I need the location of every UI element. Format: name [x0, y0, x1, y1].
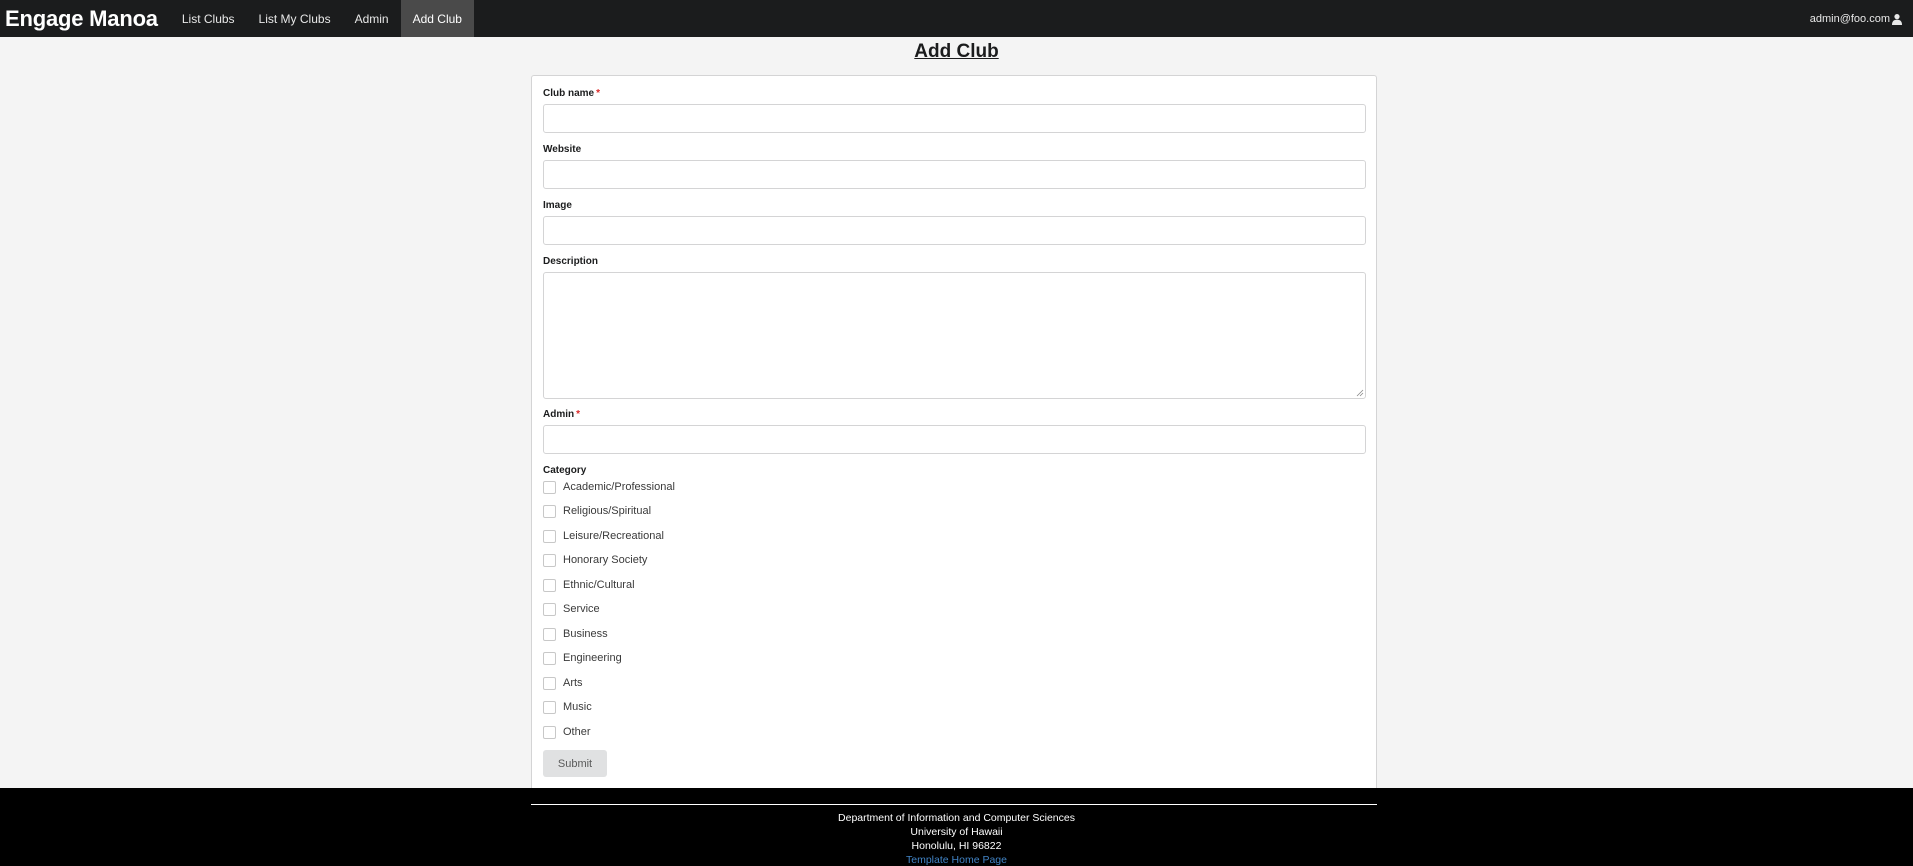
top-navbar: Engage Manoa List Clubs List My Clubs Ad…: [0, 0, 1913, 37]
nav-list-my-clubs[interactable]: List My Clubs: [247, 0, 343, 37]
checkbox[interactable]: [543, 529, 556, 543]
category-label: Category: [543, 465, 587, 476]
category-option-religious[interactable]: Religious/Spiritual: [543, 503, 651, 519]
checkbox[interactable]: [543, 553, 556, 567]
resize-handle-icon[interactable]: [1356, 389, 1364, 397]
user-icon: [1892, 13, 1902, 25]
admin-input[interactable]: [543, 425, 1366, 454]
checkbox[interactable]: [543, 700, 556, 714]
template-home-link[interactable]: Template Home Page: [906, 854, 1007, 866]
category-option-business[interactable]: Business: [543, 626, 608, 642]
checkbox[interactable]: [543, 651, 556, 665]
brand-logo[interactable]: Engage Manoa: [0, 6, 170, 32]
image-label: Image: [543, 200, 572, 211]
category-option-academic[interactable]: Academic/Professional: [543, 479, 675, 495]
checkbox[interactable]: [543, 676, 556, 690]
category-option-ethnic[interactable]: Ethnic/Cultural: [543, 577, 635, 593]
footer: Department of Information and Computer S…: [0, 788, 1913, 866]
admin-label: Admin *: [543, 409, 581, 420]
footer-department: Department of Information and Computer S…: [838, 812, 1075, 824]
club-name-label: Club name *: [543, 88, 601, 99]
category-option-engineering[interactable]: Engineering: [543, 650, 622, 666]
checkbox[interactable]: [543, 504, 556, 518]
image-input[interactable]: [543, 216, 1366, 245]
category-option-honorary[interactable]: Honorary Society: [543, 552, 647, 568]
nav-list-clubs[interactable]: List Clubs: [170, 0, 247, 37]
nav-admin[interactable]: Admin: [343, 0, 401, 37]
page-title: Add Club: [914, 41, 999, 62]
checkbox[interactable]: [543, 602, 556, 616]
checkbox[interactable]: [543, 725, 556, 739]
checkbox[interactable]: [543, 480, 556, 494]
required-mark: *: [576, 409, 581, 420]
required-mark: *: [596, 88, 601, 99]
category-option-other[interactable]: Other: [543, 724, 591, 740]
user-email: admin@foo.com: [1809, 12, 1890, 25]
description-textarea[interactable]: [543, 272, 1366, 399]
category-option-arts[interactable]: Arts: [543, 675, 583, 691]
category-option-service[interactable]: Service: [543, 601, 600, 617]
user-menu[interactable]: admin@foo.com: [1810, 0, 1913, 37]
nav-add-club[interactable]: Add Club: [400, 0, 474, 37]
footer-address: Honolulu, HI 96822: [911, 840, 1002, 852]
website-label: Website: [543, 144, 582, 155]
checkbox[interactable]: [543, 578, 556, 592]
category-option-music[interactable]: Music: [543, 699, 592, 715]
footer-divider: [531, 804, 1377, 805]
category-option-leisure[interactable]: Leisure/Recreational: [543, 528, 664, 544]
submit-button[interactable]: Submit: [543, 750, 607, 777]
checkbox[interactable]: [543, 627, 556, 641]
description-label: Description: [543, 256, 599, 267]
footer-university: University of Hawaii: [910, 826, 1003, 838]
club-name-input[interactable]: [543, 104, 1366, 133]
website-input[interactable]: [543, 160, 1366, 189]
add-club-form: Club name * Website Image Description Adm…: [531, 75, 1377, 788]
